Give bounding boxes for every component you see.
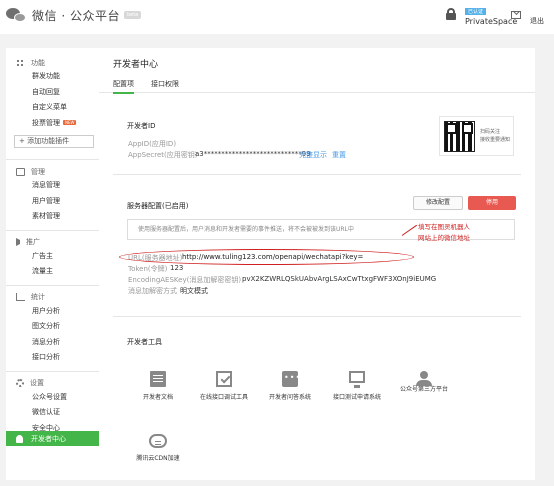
grid-icon: [16, 58, 25, 67]
sidebar-item-traffic[interactable]: 流量主: [6, 264, 99, 280]
tool-docs[interactable]: 开发者文档: [123, 371, 193, 401]
sidebar-item-label: 投票管理: [32, 118, 60, 127]
person-icon: [16, 434, 23, 443]
sidebar-group-title: 功能: [31, 58, 45, 67]
logout-link[interactable]: 退出: [530, 16, 544, 26]
sidebar-item-user-analysis[interactable]: 用户分析: [6, 304, 99, 320]
person-icon: [416, 371, 432, 386]
account-name[interactable]: PrivateSpace: [465, 17, 517, 26]
aeskey-label: EncodingAESKey(消息加解密密钥): [128, 276, 242, 284]
gear-icon: [16, 379, 24, 387]
monitor-icon: [349, 371, 365, 388]
sidebar-item-message-analysis[interactable]: 消息分析: [6, 335, 99, 351]
lock-icon: [446, 8, 456, 20]
encrypt-mode-value: 明文模式: [180, 287, 208, 295]
qr-card: 扫码关注 接收重要通知: [439, 116, 514, 156]
horn-icon: [16, 238, 20, 246]
tool-api-test[interactable]: 接口测试申请系统: [322, 371, 392, 401]
tool-cdn[interactable]: 腾讯云CDN加速: [123, 434, 193, 462]
sidebar-item-advertiser[interactable]: 广告主: [6, 249, 99, 265]
appid-label: AppID(应用ID): [128, 140, 177, 148]
sidebar-item-mass-send[interactable]: 群发功能: [6, 69, 99, 85]
sidebar-item-label: 开发者中心: [31, 434, 66, 443]
divider: [113, 316, 521, 317]
sidebar-group-promote: 推广 广告主 流量主: [6, 236, 99, 280]
add-plugin-button[interactable]: + 添加功能插件: [14, 135, 94, 148]
tab-config[interactable]: 配置项: [113, 79, 134, 94]
qr-caption: 扫码关注 接收重要通知: [480, 128, 510, 144]
sidebar-item-api-analysis[interactable]: 接口分析: [6, 350, 99, 366]
sidebar-group-title: 设置: [30, 379, 44, 387]
tool-label: 接口测试申请系统: [332, 394, 381, 401]
tool-qa[interactable]: 开发者问答系统: [255, 371, 325, 401]
sidebar-item-messages[interactable]: 消息管理: [6, 178, 99, 194]
annotation-ellipse: [119, 249, 414, 265]
encrypt-mode-label: 消息加解密方式: [128, 287, 177, 295]
annotation-line1: 填写在图灵机器人: [418, 223, 470, 231]
sidebar-item-auto-reply[interactable]: 自动回复: [6, 85, 99, 101]
sidebar-group-title: 管理: [31, 167, 45, 176]
divider: [113, 174, 521, 175]
manage-icon: [16, 167, 25, 176]
reset-secret-link[interactable]: 重置: [332, 150, 346, 160]
appsecret-value: a3****************************99: [195, 150, 311, 158]
tool-label: 腾讯云CDN加速: [136, 455, 180, 462]
brand-logo[interactable]: 微信 · 公众平台 beta: [6, 6, 142, 24]
sidebar-item-users[interactable]: 用户管理: [6, 194, 99, 210]
document-icon: [150, 371, 166, 387]
token-label: Token(令牌): [128, 265, 168, 273]
verified-badge: 已认证: [465, 8, 487, 15]
sidebar-item-custom-menu[interactable]: 自定义菜单: [6, 100, 99, 116]
qr-code-icon: [444, 121, 475, 152]
modify-config-button[interactable]: 修改配置: [413, 196, 463, 210]
annotation-note: 填写在图灵机器人 网站上的微信地址: [418, 222, 470, 244]
account-info[interactable]: 已认证 PrivateSpace: [465, 7, 517, 26]
tool-label: 在线接口调试工具: [199, 394, 248, 401]
show-secret-link[interactable]: 完整显示: [299, 150, 327, 160]
aeskey-value: pvX2KZWRLQSkUAbvArgLSAxCwTtxgFWF3XOnJ9iE…: [242, 275, 437, 283]
token-value: 123: [170, 264, 184, 272]
brand-badge: beta: [123, 11, 142, 19]
server-config-title: 服务器配置(已启用): [127, 202, 189, 210]
sidebar-item-account-settings[interactable]: 公众号设置: [6, 390, 99, 406]
dev-id-title: 开发者ID: [127, 122, 156, 130]
sidebar: 功能 群发功能 自动回复 自定义菜单 投票管理 NEW + 添加功能插件 管理 消…: [6, 48, 99, 480]
tool-third-party[interactable]: 公众号第三方平台: [389, 371, 459, 393]
sidebar-group-title: 推广: [26, 238, 40, 246]
top-bar: 微信 · 公众平台 beta 已认证 PrivateSpace 退出: [0, 0, 554, 34]
debug-icon: [216, 371, 232, 387]
dev-tools-title: 开发者工具: [127, 338, 162, 346]
main-panel: 开发者中心 配置项 接口权限 开发者ID AppID(应用ID) AppSecr…: [99, 48, 535, 480]
tab-bar: 配置项 接口权限: [99, 74, 535, 94]
wechat-logo-icon: [6, 6, 28, 24]
cloud-icon: [149, 434, 167, 448]
sidebar-group-features: 功能 群发功能 自动回复 自定义菜单 投票管理 NEW + 添加功能插件: [6, 56, 99, 148]
tool-label: 开发者问答系统: [268, 394, 311, 401]
qr-line2: 接收重要通知: [480, 137, 511, 143]
annotation-line2: 网站上的微信地址: [418, 234, 470, 242]
page-title: 开发者中心: [113, 60, 159, 70]
tool-debugger[interactable]: 在线接口调试工具: [189, 371, 259, 401]
tab-permissions[interactable]: 接口权限: [151, 79, 179, 89]
tool-label: 开发者文档: [142, 394, 173, 401]
chart-icon: [16, 293, 25, 301]
sidebar-group-manage: 管理 消息管理 用户管理 素材管理: [6, 165, 99, 225]
sidebar-group-title: 统计: [31, 293, 45, 301]
sidebar-item-certification[interactable]: 微信认证: [6, 405, 99, 421]
appsecret-label: AppSecret(应用密钥): [128, 151, 198, 159]
sidebar-group-stats: 统计 用户分析 图文分析 消息分析 接口分析: [6, 291, 99, 366]
sidebar-item-developer-center[interactable]: 开发者中心: [6, 431, 99, 446]
new-badge: NEW: [63, 120, 77, 125]
mail-icon[interactable]: [511, 11, 521, 19]
sidebar-group-settings: 设置 公众号设置 微信认证 安全中心: [6, 377, 99, 437]
qr-line1: 扫码关注: [480, 129, 501, 135]
sidebar-item-article-analysis[interactable]: 图文分析: [6, 319, 99, 335]
sidebar-item-materials[interactable]: 素材管理: [6, 209, 99, 225]
sidebar-item-votes[interactable]: 投票管理 NEW: [6, 116, 99, 132]
tool-label: 公众号第三方平台: [399, 386, 448, 393]
chat-icon: [282, 371, 301, 387]
disable-button[interactable]: 停用: [468, 196, 516, 210]
brand-title: 微信 · 公众平台: [32, 8, 120, 23]
